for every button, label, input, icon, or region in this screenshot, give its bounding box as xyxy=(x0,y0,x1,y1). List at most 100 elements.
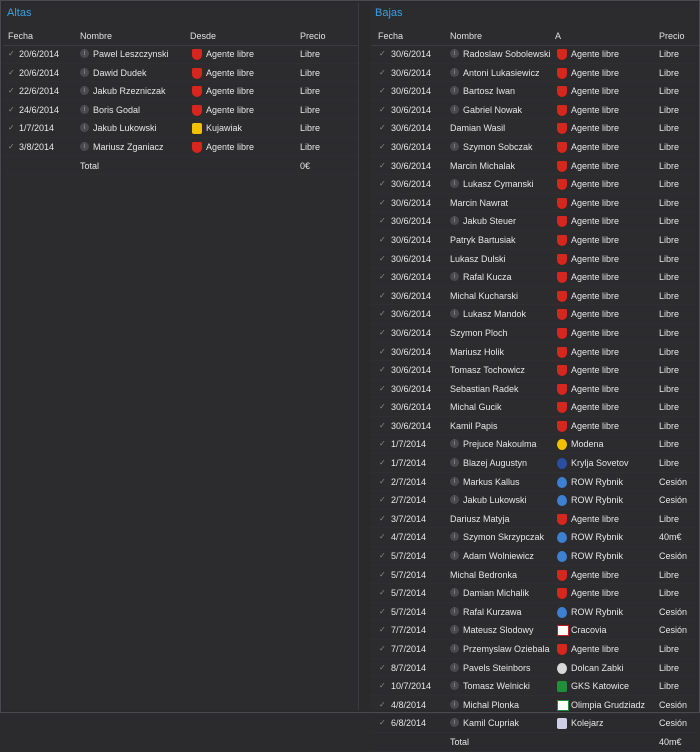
club-name[interactable]: Agente libre xyxy=(571,68,619,78)
table-row[interactable]: ✓ 30/6/2014 Michal Kucharski Agente libre Li… xyxy=(371,287,699,306)
player-name[interactable]: Przemyslaw Oziebala xyxy=(463,644,550,654)
player-name[interactable]: Szymon Sobczak xyxy=(463,142,533,152)
club-name[interactable]: Agente libre xyxy=(206,86,254,96)
info-icon[interactable]: i xyxy=(450,104,459,114)
club-name[interactable]: Kolejarz xyxy=(571,718,604,728)
club-name[interactable]: Cracovia xyxy=(571,625,607,635)
club-name[interactable]: ROW Rybnik xyxy=(571,477,623,487)
table-row[interactable]: ✓ 30/6/2014 i Lukasz Cymanski Agente libre Li… xyxy=(371,175,699,194)
header-fecha[interactable]: Fecha xyxy=(8,31,33,41)
player-name[interactable]: Damian Michalik xyxy=(463,588,529,598)
player-name[interactable]: Gabriel Nowak xyxy=(463,105,522,115)
table-row[interactable]: ✓ 3/7/2014 Dariusz Matyja Agente libre Libre xyxy=(371,510,699,529)
club-name[interactable]: ROW Rybnik xyxy=(571,532,623,542)
player-name[interactable]: Szymon Skrzypczak xyxy=(463,532,544,542)
info-icon[interactable]: i xyxy=(450,439,459,449)
player-name[interactable]: Tomasz Welnicki xyxy=(463,681,530,691)
club-name[interactable]: Agente libre xyxy=(571,86,619,96)
player-name[interactable]: Michal Kucharski xyxy=(450,291,518,301)
table-row[interactable]: ✓ 30/6/2014 Kamil Papis Agente libre Libre xyxy=(371,417,699,436)
player-name[interactable]: Jakub Rzezniczak xyxy=(93,86,166,96)
club-name[interactable]: Agente libre xyxy=(206,49,254,59)
table-row[interactable]: ✓ 4/7/2014 i Szymon Skrzypczak ROW Rybnik 40m… xyxy=(371,528,699,548)
player-name[interactable]: Pavels Steinbors xyxy=(463,663,531,673)
table-row[interactable]: ✓ 30/6/2014 Marcin Nawrat Agente libre Libre xyxy=(371,194,699,213)
club-name[interactable]: Agente libre xyxy=(571,384,619,394)
player-name[interactable]: Damian Wasil xyxy=(450,123,505,133)
info-icon[interactable]: i xyxy=(450,644,459,653)
player-name[interactable]: Pawel Leszczynski xyxy=(93,49,169,59)
club-name[interactable]: Agente libre xyxy=(571,179,619,189)
club-name[interactable]: Agente libre xyxy=(571,309,619,319)
player-name[interactable]: Tomasz Tochowicz xyxy=(450,365,525,375)
info-icon[interactable]: i xyxy=(450,458,459,468)
info-icon[interactable]: i xyxy=(450,681,459,691)
player-name[interactable]: Markus Kallus xyxy=(463,477,520,487)
club-name[interactable]: ROW Rybnik xyxy=(571,551,623,561)
club-name[interactable]: Agente libre xyxy=(571,514,619,524)
table-row[interactable]: ✓ 30/6/2014 i Jakub Steuer Agente libre Libre xyxy=(371,212,699,231)
club-name[interactable]: Agente libre xyxy=(571,254,619,264)
header-nombre[interactable]: Nombre xyxy=(80,31,112,41)
player-name[interactable]: Szymon Ploch xyxy=(450,328,508,338)
table-row[interactable]: ✓ 30/6/2014 i Radoslaw Sobolewski Agente lib… xyxy=(371,45,699,64)
player-name[interactable]: Kamil Cupriak xyxy=(463,718,519,728)
player-name[interactable]: Marcin Michalak xyxy=(450,161,515,171)
club-name[interactable]: Kujawiak xyxy=(206,123,242,133)
info-icon[interactable]: i xyxy=(450,662,459,672)
info-icon[interactable]: i xyxy=(450,49,459,58)
player-name[interactable]: Radoslaw Sobolewski xyxy=(463,49,551,59)
player-name[interactable]: Lukasz Dulski xyxy=(450,254,506,264)
player-name[interactable]: Antoni Lukasiewicz xyxy=(463,68,540,78)
info-icon[interactable]: i xyxy=(450,476,459,486)
player-name[interactable]: Lukasz Cymanski xyxy=(463,179,534,189)
table-row[interactable]: ✓ 30/6/2014 i Antoni Lukasiewicz Agente libr… xyxy=(371,64,699,83)
info-icon[interactable]: i xyxy=(80,141,89,151)
club-name[interactable]: Agente libre xyxy=(206,68,254,78)
info-icon[interactable]: i xyxy=(450,625,459,635)
table-row[interactable]: ✓ 30/6/2014 Sebastian Radek Agente libre Lib… xyxy=(371,380,699,399)
player-name[interactable]: Rafal Kucza xyxy=(463,272,512,282)
table-row[interactable]: ✓ 30/6/2014 Damian Wasil Agente libre Libre xyxy=(371,119,699,138)
table-row[interactable]: ✓ 7/7/2014 i Mateusz Slodowy Cracovia Cesión xyxy=(371,621,699,640)
club-name[interactable]: Agente libre xyxy=(206,105,254,115)
table-row[interactable]: ✓ 30/6/2014 Lukasz Dulski Agente libre Libre xyxy=(371,250,699,269)
table-row[interactable]: ✓ 30/6/2014 i Gabriel Nowak Agente libre Libr… xyxy=(371,101,699,120)
club-name[interactable]: Agente libre xyxy=(571,198,619,208)
info-icon[interactable]: i xyxy=(450,141,459,151)
club-name[interactable]: Agente libre xyxy=(571,161,619,171)
player-name[interactable]: Boris Godal xyxy=(93,105,140,115)
player-name[interactable]: Bartosz Iwan xyxy=(463,86,515,96)
club-name[interactable]: Krylja Sovetov xyxy=(571,458,629,468)
info-icon[interactable]: i xyxy=(80,123,89,133)
club-name[interactable]: Agente libre xyxy=(571,235,619,245)
info-icon[interactable]: i xyxy=(450,179,459,189)
table-row[interactable]: ✓ 1/7/2014 i Prejuce Nakoulma Modena Libre xyxy=(371,435,699,455)
club-name[interactable]: Agente libre xyxy=(571,328,619,338)
table-row[interactable]: ✓ 30/6/2014 Szymon Ploch Agente libre Libre xyxy=(371,324,699,343)
info-icon[interactable]: i xyxy=(450,699,459,709)
table-row[interactable]: ✓ 30/6/2014 Tomasz Tochowicz Agente libre Li… xyxy=(371,361,699,380)
header-a[interactable]: A xyxy=(555,31,561,41)
table-row[interactable]: ✓ 8/7/2014 i Pavels Steinbors Dolcan Zabki Li… xyxy=(371,659,699,678)
table-row[interactable]: ✓ 2/7/2014 i Jakub Lukowski ROW Rybnik Cesión xyxy=(371,491,699,510)
player-name[interactable]: Michal Bedronka xyxy=(450,570,517,580)
club-name[interactable]: Agente libre xyxy=(571,291,619,301)
player-name[interactable]: Michal Plonka xyxy=(463,700,519,710)
table-row[interactable]: ✓ 30/6/2014 Michal Gucik Agente libre Libre xyxy=(371,398,699,417)
club-name[interactable]: Agente libre xyxy=(571,272,619,282)
club-name[interactable]: ROW Rybnik xyxy=(571,607,623,617)
player-name[interactable]: Michal Gucik xyxy=(450,402,502,412)
info-icon[interactable]: i xyxy=(80,104,89,114)
header-nombre[interactable]: Nombre xyxy=(450,31,482,41)
info-icon[interactable]: i xyxy=(450,309,459,319)
player-name[interactable]: Prejuce Nakoulma xyxy=(463,439,537,449)
player-name[interactable]: Mateusz Slodowy xyxy=(463,625,534,635)
club-name[interactable]: Agente libre xyxy=(571,570,619,580)
table-row[interactable]: ✓ 30/6/2014 i Szymon Sobczak Agente libre Lib… xyxy=(371,138,699,157)
info-icon[interactable]: i xyxy=(450,532,459,542)
table-row[interactable]: ✓ 20/6/2014 i Pawel Leszczynski Agente libre… xyxy=(3,45,358,64)
player-name[interactable]: Mariusz Zganiacz xyxy=(93,142,164,152)
table-row[interactable]: ✓ 3/8/2014 i Mariusz Zganiacz Agente libre Li… xyxy=(3,138,358,157)
player-name[interactable]: Jakub Lukowski xyxy=(463,495,527,505)
